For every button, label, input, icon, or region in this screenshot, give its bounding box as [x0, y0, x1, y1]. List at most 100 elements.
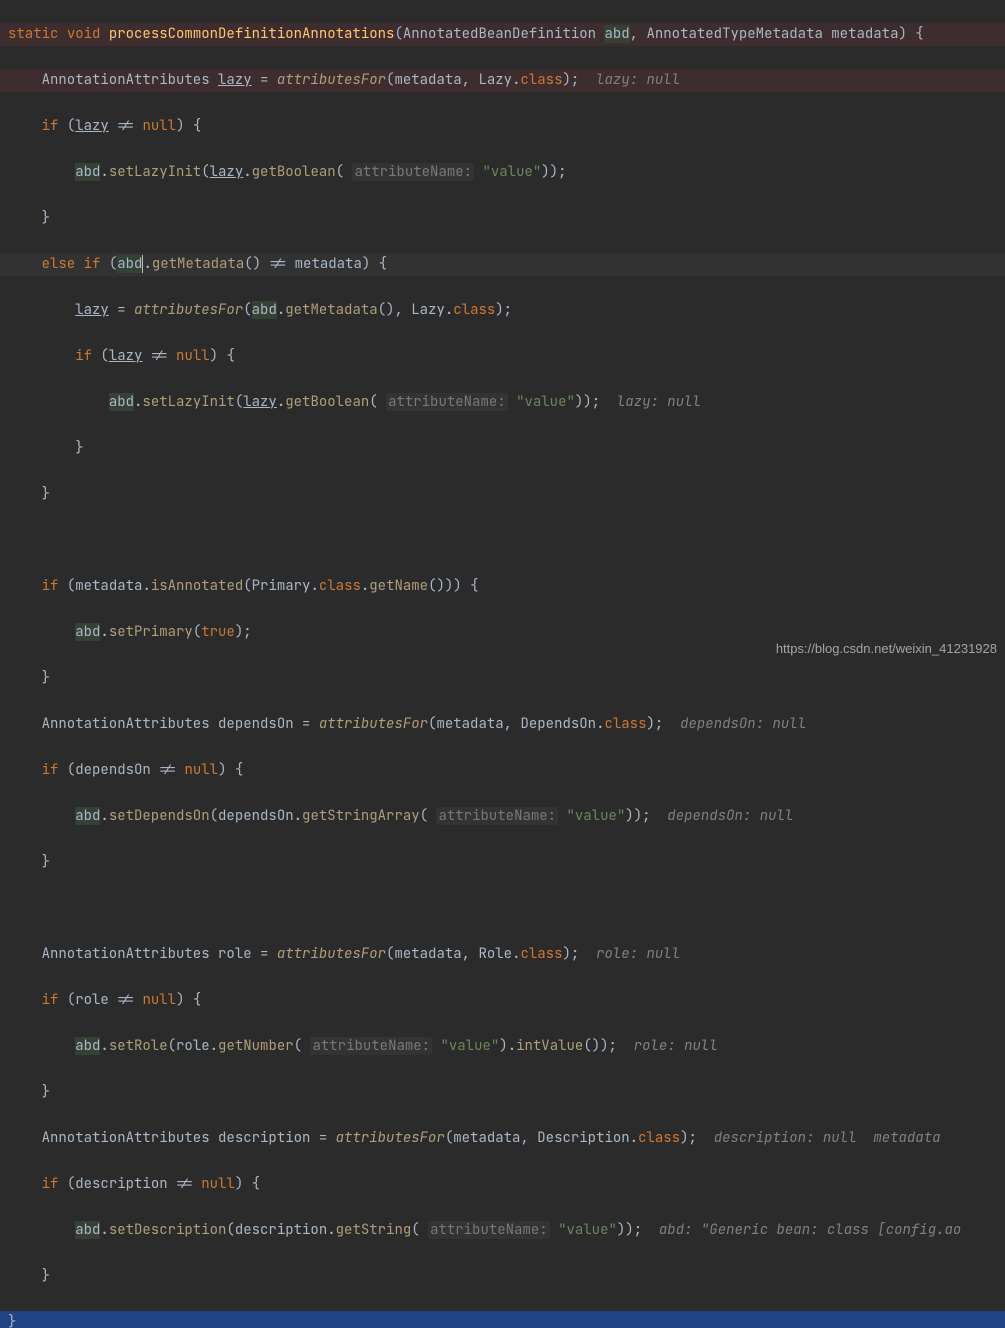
method-call: intValue [516, 1037, 583, 1055]
param-hint: attributeName: [310, 1037, 432, 1055]
var-lazy: lazy [243, 393, 277, 411]
id-metadata: metadata [394, 945, 461, 963]
param-hint: attributeName: [386, 393, 508, 411]
code-line: abd.setLazyInit(lazy.getBoolean( attribu… [0, 161, 1005, 184]
id-metadata: metadata [453, 1129, 520, 1147]
code-line: } [0, 851, 1005, 874]
type: AnnotationAttributes [42, 945, 210, 963]
code-line: } [0, 1081, 1005, 1104]
string-literal: "value" [482, 163, 541, 181]
kw-class: class [520, 945, 562, 963]
code-line: if (lazy != null) { [0, 345, 1005, 368]
id-metadata: metadata [295, 255, 362, 273]
code-line: if (role != null) { [0, 989, 1005, 1012]
var-dependson: dependsOn [75, 761, 151, 779]
id-metadata: metadata [394, 71, 461, 89]
code-line: abd.setDescription(description.getString… [0, 1219, 1005, 1242]
method-call: getBoolean [285, 393, 369, 411]
kw-elseif: else if [42, 255, 101, 273]
kw-null: null [142, 991, 176, 1009]
code-line: abd.setLazyInit(lazy.getBoolean( attribu… [0, 391, 1005, 414]
id-metadata: metadata [75, 577, 142, 595]
inline-hint: description: null [714, 1129, 857, 1147]
method-call: setRole [109, 1037, 168, 1055]
string-literal: "value" [516, 393, 575, 411]
code-line: } [0, 207, 1005, 230]
kw-true: true [201, 623, 235, 641]
type: AnnotatedBeanDefinition [403, 25, 596, 43]
method-call: getString [336, 1221, 412, 1239]
watermark-text: https://blog.csdn.net/weixin_41231928 [776, 637, 997, 660]
type: AnnotationAttributes [42, 71, 210, 89]
method-call: isAnnotated [151, 577, 243, 595]
param-hint: attributeName: [428, 1221, 550, 1239]
code-editor[interactable]: static void processCommonDefinitionAnnot… [0, 0, 1005, 1328]
code-line: AnnotationAttributes role = attributesFo… [0, 943, 1005, 966]
kw-if: if [42, 1175, 59, 1193]
code-line: if (metadata.isAnnotated(Primary.class.g… [0, 575, 1005, 598]
var-description: description [218, 1129, 310, 1147]
type-role: Role [478, 945, 512, 963]
method-call: attributesFor [319, 715, 428, 733]
code-line: } [0, 437, 1005, 460]
method-call: setDependsOn [109, 807, 210, 825]
var-lazy: lazy [75, 301, 109, 319]
method-call: getBoolean [252, 163, 336, 181]
keyword-void: void [67, 25, 101, 43]
method-call: setLazyInit [109, 163, 201, 181]
var-role: role [218, 945, 252, 963]
var-lazy: lazy [210, 163, 244, 181]
method-call: getMetadata [152, 255, 244, 273]
kw-if: if [42, 117, 59, 135]
var-description: description [235, 1221, 327, 1239]
code-line: AnnotationAttributes description = attri… [0, 1127, 1005, 1150]
code-line: } [0, 483, 1005, 506]
type: AnnotationAttributes [42, 715, 210, 733]
kw-if: if [42, 991, 59, 1009]
kw-class: class [319, 577, 361, 595]
kw-class: class [453, 301, 495, 319]
code-line: if (dependsOn != null) { [0, 759, 1005, 782]
kw-class: class [520, 71, 562, 89]
method-call: getMetadata [285, 301, 377, 319]
inline-hint: role: null [634, 1037, 718, 1055]
id-abd: abd [252, 301, 277, 319]
inline-hint: dependsOn: null [667, 807, 793, 825]
kw-null: null [184, 761, 218, 779]
var-dependson: dependsOn [218, 715, 294, 733]
type-description: Description [537, 1129, 629, 1147]
method-call: attributesFor [134, 301, 243, 319]
var-dependson: dependsOn [218, 807, 294, 825]
method-call: getStringArray [302, 807, 420, 825]
kw-null: null [176, 347, 210, 365]
kw-class: class [638, 1129, 680, 1147]
code-line [0, 897, 1005, 920]
inline-hint: lazy: null [596, 71, 680, 89]
code-line: AnnotationAttributes dependsOn = attribu… [0, 713, 1005, 736]
inline-hint: metadata [873, 1129, 940, 1147]
type-lazy: Lazy [411, 301, 445, 319]
param-abd: abd [604, 25, 629, 43]
kw-null: null [142, 117, 176, 135]
code-line-selected: } [0, 1311, 1005, 1328]
id-abd: abd [109, 393, 134, 411]
method-call: getName [369, 577, 428, 595]
method-call: attributesFor [277, 71, 386, 89]
keyword-static: static [8, 25, 58, 43]
kw-null: null [201, 1175, 235, 1193]
method-call: setLazyInit [142, 393, 234, 411]
code-line [0, 529, 1005, 552]
type-dependson: DependsOn [520, 715, 596, 733]
string-literal: "value" [558, 1221, 617, 1239]
id-abd: abd [117, 255, 142, 273]
inline-hint: lazy: null [617, 393, 701, 411]
var-lazy: lazy [75, 117, 109, 135]
type-primary: Primary [252, 577, 311, 595]
method-call: setPrimary [109, 623, 193, 641]
param-metadata: metadata [831, 25, 898, 43]
code-line: } [0, 1265, 1005, 1288]
id-abd: abd [75, 1037, 100, 1055]
inline-hint: dependsOn: null [680, 715, 806, 733]
code-line: } [0, 667, 1005, 690]
var-lazy: lazy [109, 347, 143, 365]
